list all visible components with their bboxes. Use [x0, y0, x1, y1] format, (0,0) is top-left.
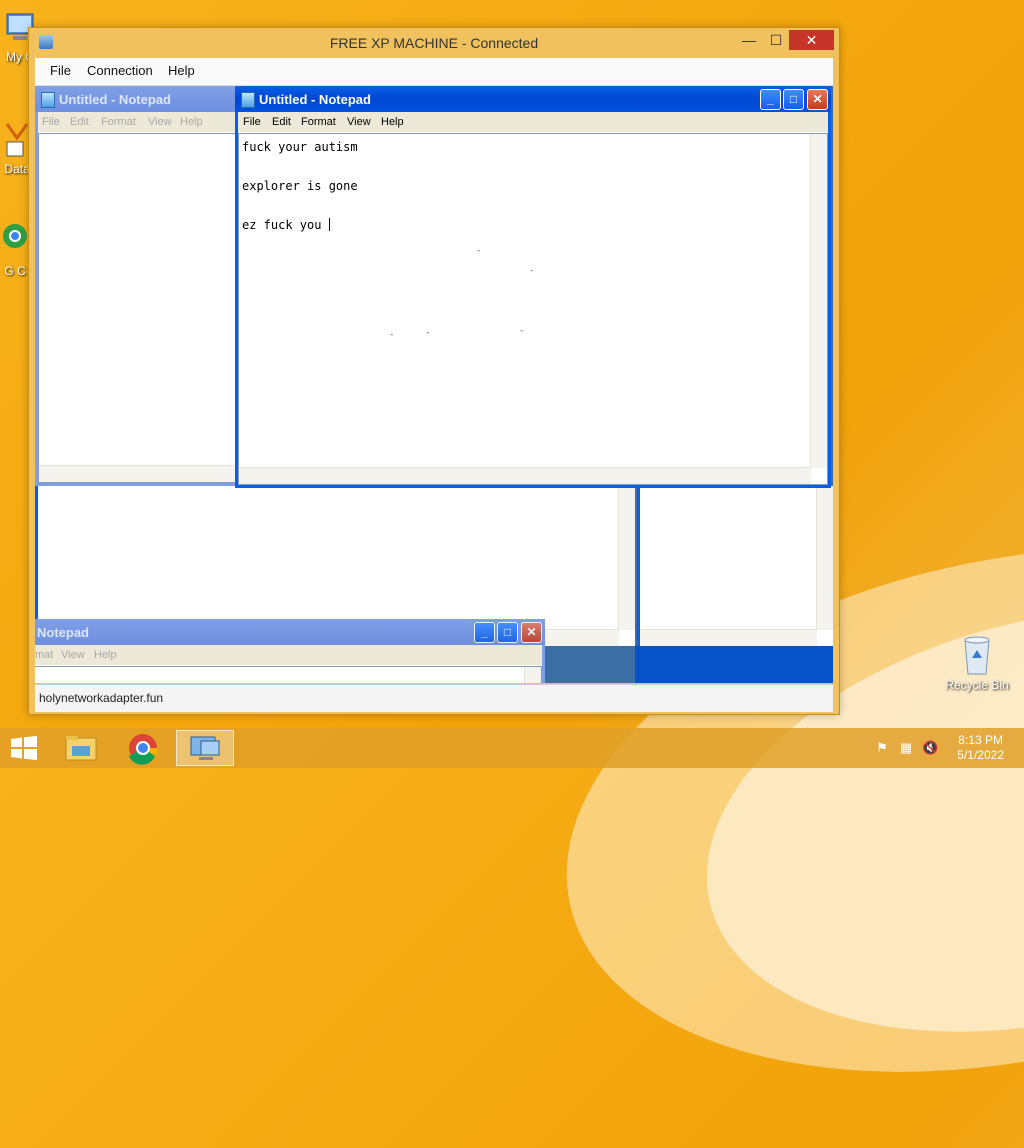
action-center-flag-icon[interactable]: ⚑	[874, 740, 890, 756]
menu-view[interactable]: View	[347, 116, 371, 128]
menu-view[interactable]: View	[61, 649, 85, 661]
start-icon[interactable]	[10, 736, 38, 760]
recycle-bin-icon	[964, 636, 990, 675]
folder-shortcut-icon	[5, 123, 29, 157]
notepad-title-bar[interactable]: Untitled - Notepad _ □ ✕	[235, 86, 831, 112]
taskbar: ⚑ ▦ 🔇 8:13 PM 5/1/2022	[0, 728, 1024, 768]
horizontal-scrollbar[interactable]	[640, 629, 817, 646]
render-artifact: -	[476, 246, 482, 256]
menu-edit[interactable]: Edit	[272, 116, 291, 128]
notepad-text-area[interactable]: fuck your autism explorer is gone ez fuc…	[238, 133, 828, 485]
network-icon[interactable]: ▦	[898, 740, 914, 756]
menu-help[interactable]: Help	[94, 649, 117, 661]
chrome-shortcut-icon	[3, 224, 27, 248]
taskbar-remote-desktop[interactable]	[176, 730, 234, 766]
menu-help[interactable]: Help	[180, 116, 203, 128]
notepad-text-content[interactable]: fuck your autism explorer is gone ez fuc…	[242, 138, 358, 236]
notepad-title: Untitled - Notepad	[59, 92, 171, 107]
text-line: fuck your autism	[242, 140, 358, 154]
menu-help[interactable]: Help	[381, 116, 404, 128]
desktop-icon-chrome[interactable]: G C	[0, 222, 30, 278]
volume-muted-icon[interactable]: 🔇	[922, 740, 938, 756]
menu-view[interactable]: View	[148, 116, 172, 128]
menu-format[interactable]: mat	[35, 649, 53, 661]
desktop-icon-recycle-bin[interactable]: Recycle Bin	[940, 632, 1014, 692]
maximize-button[interactable]: □	[783, 89, 804, 110]
desktop-icon-label: G C	[4, 264, 26, 278]
render-artifact: -	[389, 330, 395, 340]
notepad-title-bar[interactable]: Notepad _ □ ✕	[35, 619, 545, 645]
text-caret	[328, 218, 330, 231]
notepad-icon	[241, 92, 255, 108]
notepad-title: Notepad	[37, 625, 89, 640]
status-bar: holynetworkadapter.fun	[35, 684, 833, 712]
close-button[interactable]: ✕	[521, 622, 542, 643]
minimize-button[interactable]: —	[735, 30, 763, 50]
vertical-scrollbar[interactable]	[524, 667, 541, 683]
horizontal-scrollbar[interactable]	[239, 467, 811, 484]
notepad-icon	[41, 92, 55, 108]
minimize-button[interactable]: _	[474, 622, 495, 643]
maximize-button[interactable]: ☐	[762, 30, 790, 50]
taskbar-chrome[interactable]	[114, 730, 172, 766]
menu-format[interactable]: Format	[101, 116, 136, 128]
horizontal-scrollbar[interactable]	[39, 465, 241, 482]
status-host-text: holynetworkadapter.fun	[39, 691, 164, 705]
notepad-window-active[interactable]: Untitled - Notepad _ □ ✕ File Edit Forma…	[235, 86, 831, 488]
notepad-title: Untitled - Notepad	[259, 92, 371, 107]
menu-file[interactable]: File	[243, 116, 261, 128]
notepad-title-bar[interactable]: Untitled - Notepad	[35, 86, 245, 112]
xp-taskbar-fragment	[635, 646, 833, 683]
remote-session-viewport[interactable]: Untitled - Notepad File Edit Format View…	[35, 86, 833, 683]
vertical-scrollbar[interactable]	[810, 134, 827, 468]
menu-format[interactable]: Format	[301, 116, 336, 128]
desktop-icon-label: Data	[4, 162, 30, 176]
menu-file[interactable]: File	[50, 63, 71, 78]
render-artifact: -	[425, 328, 431, 338]
menu-file[interactable]: File	[42, 116, 60, 128]
notepad-text-area[interactable]	[35, 666, 542, 683]
remote-desktop-icon	[190, 736, 220, 760]
window-title-bar[interactable]: FREE XP MACHINE - Connected — ☐ ✕	[29, 28, 839, 58]
render-artifact: -	[519, 326, 525, 336]
close-button[interactable]: ✕	[807, 89, 828, 110]
menu-help[interactable]: Help	[168, 63, 195, 78]
notepad-window-remnant	[637, 486, 833, 646]
menu-edit[interactable]: Edit	[70, 116, 89, 128]
file-explorer-icon	[65, 736, 97, 761]
chrome-icon	[129, 734, 158, 765]
host-menu-bar: File Connection Help	[35, 58, 833, 86]
window-title: FREE XP MACHINE - Connected	[329, 35, 539, 51]
vertical-scrollbar[interactable]	[618, 486, 635, 630]
menu-connection[interactable]: Connection	[87, 63, 153, 78]
notepad-text-area[interactable]	[38, 133, 242, 483]
text-line: ez fuck you	[242, 218, 329, 232]
notepad-menu-bar: File Edit Format View Help	[238, 112, 828, 132]
clock-date: 5/1/2022	[957, 748, 1004, 762]
vertical-scrollbar[interactable]	[816, 486, 833, 630]
close-button[interactable]: ✕	[789, 30, 834, 50]
notepad-menu-bar: mat View Help	[35, 645, 542, 665]
maximize-button[interactable]: □	[497, 622, 518, 643]
clock-time: 8:13 PM	[958, 733, 1003, 747]
render-artifact: -	[529, 266, 535, 276]
text-line: explorer is gone	[242, 179, 358, 193]
minimize-button[interactable]: _	[760, 89, 781, 110]
taskbar-file-explorer[interactable]	[52, 730, 110, 766]
remote-desktop-window: FREE XP MACHINE - Connected — ☐ ✕ File C…	[28, 27, 840, 715]
desktop-icon-label: Recycle Bin	[945, 678, 1009, 692]
notepad-window-background[interactable]: Untitled - Notepad File Edit Format View…	[35, 86, 245, 486]
notepad-menu-bar: File Edit Format View Help	[38, 112, 242, 132]
notepad-window-bottom[interactable]: Notepad _ □ ✕ mat View Help	[35, 619, 545, 683]
system-clock[interactable]: 8:13 PM 5/1/2022	[957, 733, 1004, 763]
